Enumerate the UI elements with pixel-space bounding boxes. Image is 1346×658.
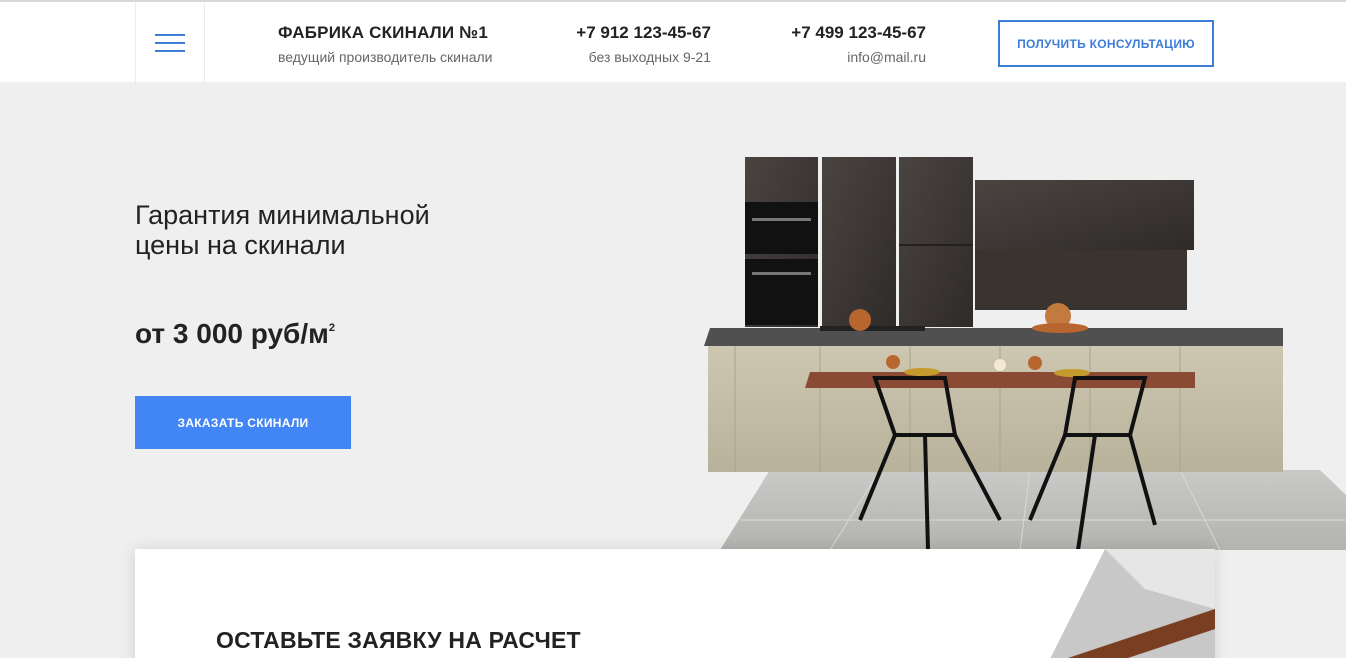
form-title: ОСТАВЬТЕ ЗАЯВКУ НА РАСЧЕТ (216, 627, 581, 653)
price-text: от 3 000 руб/м (135, 318, 329, 349)
brand[interactable]: ФАБРИКА СКИНАЛИ №1 ведущий производитель… (278, 23, 493, 65)
phone-number-2[interactable]: +7 499 123-45-67 (770, 23, 926, 43)
phone-block-1: +7 912 123-45-67 без выходных 9-21 (560, 23, 711, 65)
brand-subtitle: ведущий производитель скинали (278, 49, 493, 65)
hamburger-menu-icon[interactable] (135, 2, 205, 84)
kitchen-photo (704, 157, 1346, 550)
order-skinali-button[interactable]: ЗАКАЗАТЬ СКИНАЛИ (135, 396, 351, 449)
request-form-card: ОСТАВЬТЕ ЗАЯВКУ НА РАСЧЕТ (135, 549, 1215, 658)
phone-block-2: +7 499 123-45-67 info@mail.ru (770, 23, 926, 65)
working-hours: без выходных 9-21 (588, 49, 711, 65)
phone-number-1[interactable]: +7 912 123-45-67 (560, 23, 711, 43)
hero-title: Гарантия минимальной цены на скинали (135, 200, 430, 260)
hero-price: от 3 000 руб/м2 (135, 318, 335, 350)
price-unit-superscript: 2 (328, 322, 335, 334)
form-card-photo (1050, 549, 1215, 658)
brand-title: ФАБРИКА СКИНАЛИ №1 (278, 23, 489, 42)
email-link[interactable]: info@mail.ru (770, 49, 926, 65)
get-consultation-button[interactable]: ПОЛУЧИТЬ КОНСУЛЬТАЦИЮ (998, 20, 1214, 67)
site-header: ФАБРИКА СКИНАЛИ №1 ведущий производитель… (0, 0, 1346, 84)
